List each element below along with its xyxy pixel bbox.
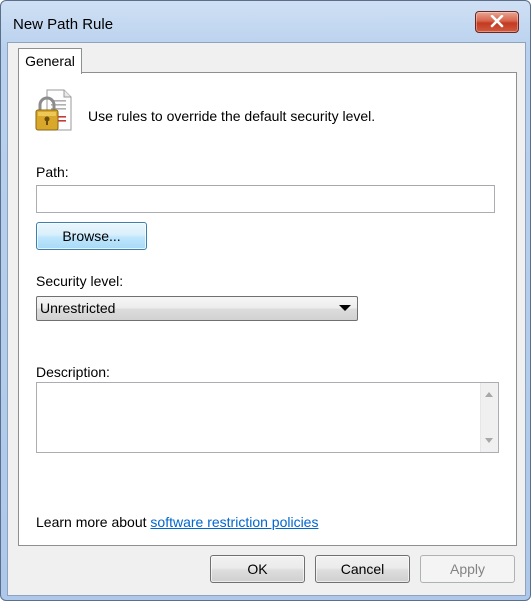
apply-button[interactable]: Apply [420,555,515,583]
lock-document-icon [35,89,72,131]
ok-button[interactable]: OK [210,555,305,583]
path-input[interactable] [36,185,495,213]
tab-panel-general: Use rules to override the default securi… [18,72,517,546]
close-icon [490,15,504,28]
browse-button[interactable]: Browse... [36,222,147,250]
dialog-client-area: General Use rules to override the defaul… [7,42,526,596]
window-title: New Path Rule [13,16,114,33]
intro-text: Use rules to override the default securi… [88,108,376,124]
description-scrollbar[interactable] [480,383,498,452]
close-button[interactable] [475,11,519,33]
cancel-button[interactable]: Cancel [315,555,410,583]
learn-more-prefix: Learn more about [36,514,151,530]
security-level-value: Unrestricted [40,300,116,316]
description-textarea[interactable] [36,382,499,453]
tab-general[interactable]: General [18,48,82,74]
chevron-down-icon [339,305,351,311]
learn-more: Learn more about software restriction po… [36,514,318,530]
security-level-select[interactable]: Unrestricted [36,296,358,321]
software-restriction-policies-link[interactable]: software restriction policies [150,514,318,530]
title-bar[interactable]: New Path Rule [1,1,530,45]
description-label: Description: [36,364,110,380]
path-label: Path: [36,164,69,180]
dialog-window: New Path Rule General Use rules to overr… [0,0,531,601]
scroll-down-icon[interactable] [485,438,493,443]
security-level-label: Security level: [36,273,124,289]
scroll-up-icon[interactable] [485,392,493,397]
